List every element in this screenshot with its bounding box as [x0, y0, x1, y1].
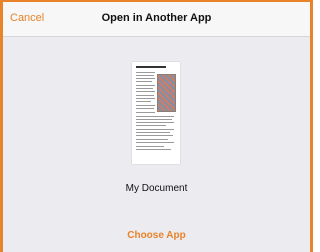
- page-title: Open in Another App: [101, 12, 212, 24]
- thumbnail-text-line: [136, 149, 171, 150]
- thumbnail-text-line: [136, 101, 151, 102]
- thumbnail-text-line: [136, 139, 168, 140]
- thumbnail-text-line: [136, 75, 154, 76]
- thumbnail-text-line: [136, 108, 154, 109]
- thumbnail-text-line: [136, 142, 174, 143]
- thumbnail-text-line: [136, 135, 173, 136]
- thumbnail-heading-line: [136, 66, 166, 68]
- document-name: My Document: [125, 183, 188, 194]
- thumbnail-text-line: [136, 105, 155, 106]
- thumbnail-text-line: [136, 116, 174, 117]
- document-thumbnail[interactable]: [132, 62, 180, 164]
- thumbnail-text-line: [136, 85, 155, 86]
- thumbnail-text-line: [136, 122, 174, 123]
- thumbnail-text-line: [136, 78, 155, 79]
- share-sheet: Cancel Open in Another App My Document C…: [0, 0, 313, 252]
- thumbnail-text-line: [136, 129, 174, 130]
- thumbnail-text-line: [136, 125, 166, 126]
- thumbnail-text-line: [136, 112, 155, 113]
- choose-app-button[interactable]: Choose App: [3, 230, 310, 241]
- thumbnail-text-line: [136, 91, 155, 92]
- thumbnail-text-line: [136, 146, 164, 147]
- thumbnail-text-line: [136, 98, 155, 99]
- thumbnail-text-line: [136, 88, 153, 89]
- navigation-bar: Cancel Open in Another App: [3, 2, 310, 37]
- thumbnail-picture: [157, 74, 176, 112]
- thumbnail-text-line: [136, 132, 170, 133]
- thumbnail-text-line: [136, 81, 152, 82]
- thumbnail-text-line: [136, 119, 172, 120]
- thumbnail-text-line: [136, 72, 155, 73]
- thumbnail-text-line: [136, 95, 154, 96]
